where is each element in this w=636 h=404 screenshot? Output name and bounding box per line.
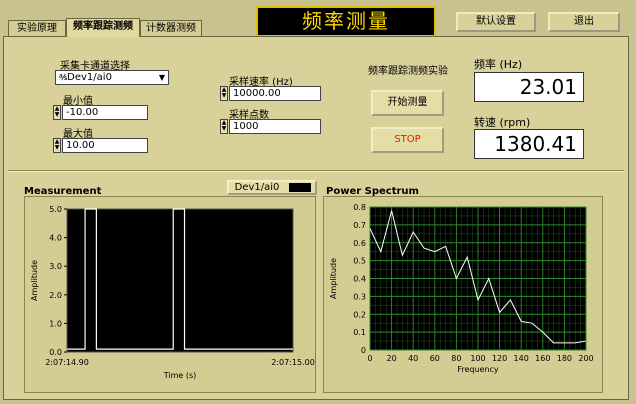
max-field[interactable]: 10.00 (62, 138, 148, 153)
y-axis-label: Amplitude (30, 260, 39, 301)
y-tick-label: 0.8 (353, 203, 366, 212)
speed-label: 转速 (rpm) (474, 116, 531, 129)
y-axis-label: Amplitude (329, 258, 338, 299)
x-tick-label: 120 (492, 354, 507, 363)
y-tick-label: 0.5 (353, 257, 366, 266)
min-spinner[interactable]: ▲ ▼ (53, 105, 61, 120)
points-spinner[interactable]: ▲ ▼ (220, 119, 228, 134)
channel-value: Dev1/ai0 (67, 72, 112, 83)
x-tick-label: 20 (387, 354, 397, 363)
y-tick-label: 0.1 (353, 328, 366, 337)
channel-prefix: ℁ (59, 73, 68, 82)
y-tick-label: 0.2 (353, 310, 366, 319)
x-tick-label: 40 (408, 354, 418, 363)
measurement-svg: 0.0 1.0 2.0 3.0 4.0 5.0 2:07:14.90 2:07:15.00 Ti… (30, 205, 315, 380)
experiment-label: 频率跟踪测频实验 (368, 66, 448, 77)
rate-field[interactable]: 10000.00 (229, 86, 321, 101)
speed-display: 1380.41 (474, 129, 584, 159)
rate-spinner[interactable]: ▲ ▼ (220, 86, 228, 101)
y-tick-label: 0.4 (353, 275, 366, 284)
start-measure-button[interactable]: 开始测量 (371, 90, 444, 116)
y-tick-label: 5.0 (49, 205, 62, 214)
x-tick-label: 100 (470, 354, 485, 363)
y-tick-label: 1.0 (49, 319, 62, 328)
y-tick-label: 0.0 (49, 348, 62, 357)
plot-area (66, 208, 294, 353)
frequency-display: 23.01 (474, 72, 584, 102)
tab-frequency-tracking[interactable]: 频率跟踪测频 (66, 18, 140, 37)
page-title: 频率测量 (256, 6, 436, 37)
chevron-down-icon[interactable]: ▼ (159, 71, 165, 84)
x-tick-label: 140 (514, 354, 529, 363)
frequency-label: 频率 (Hz) (474, 58, 523, 71)
measurement-chart: 0.0 1.0 2.0 3.0 4.0 5.0 2:07:14.90 2:07:15.00 Ti… (24, 196, 316, 393)
stop-button[interactable]: STOP (371, 127, 444, 153)
x-axis-label: Frequency (457, 365, 499, 374)
y-tick-label: 2.0 (49, 291, 62, 300)
y-tick-label: 3.0 (49, 262, 62, 271)
divider (8, 170, 624, 172)
legend-label: Dev1/ai0 (234, 182, 280, 193)
y-tick-label: 0.7 (353, 221, 366, 230)
y-tick-label: 4.0 (49, 234, 62, 243)
y-tick-label: 0 (361, 346, 366, 355)
x-tick-label: 60 (430, 354, 440, 363)
spectrum-chart: 0 20 40 60 80 100 120 140 160 180 200 0 0.1 0.2 0.3 0.4… (323, 196, 603, 393)
points-field[interactable]: 1000 (229, 119, 321, 134)
legend-waveform-icon (289, 183, 311, 192)
x-tick-label: 180 (557, 354, 572, 363)
x-tick-label: 0 (367, 354, 372, 363)
default-settings-button[interactable]: 默认设置 (456, 12, 536, 32)
min-field[interactable]: -10.00 (62, 105, 148, 120)
x-tick-label: 2:07:14.90 (45, 358, 89, 367)
y-tick-label: 0.6 (353, 239, 366, 248)
exit-button[interactable]: 退出 (548, 12, 620, 32)
spectrum-svg: 0 20 40 60 80 100 120 140 160 180 200 0 0.1 0.2 0.3 0.4… (329, 203, 594, 374)
x-tick-label: 200 (578, 354, 593, 363)
tab-counter[interactable]: 计数器测频 (140, 20, 202, 36)
x-tick-label: 160 (535, 354, 550, 363)
tab-principle[interactable]: 实验原理 (8, 20, 66, 36)
x-axis-label: Time (s) (163, 371, 197, 380)
y-tick-label: 0.3 (353, 292, 366, 301)
x-tick-label: 2:07:15.00 (271, 358, 315, 367)
x-tick-label: 80 (451, 354, 461, 363)
max-spinner[interactable]: ▲ ▼ (53, 138, 61, 153)
channel-select[interactable]: ℁Dev1/ai0 ▼ (55, 70, 169, 85)
legend-channel: Dev1/ai0 (227, 180, 317, 195)
